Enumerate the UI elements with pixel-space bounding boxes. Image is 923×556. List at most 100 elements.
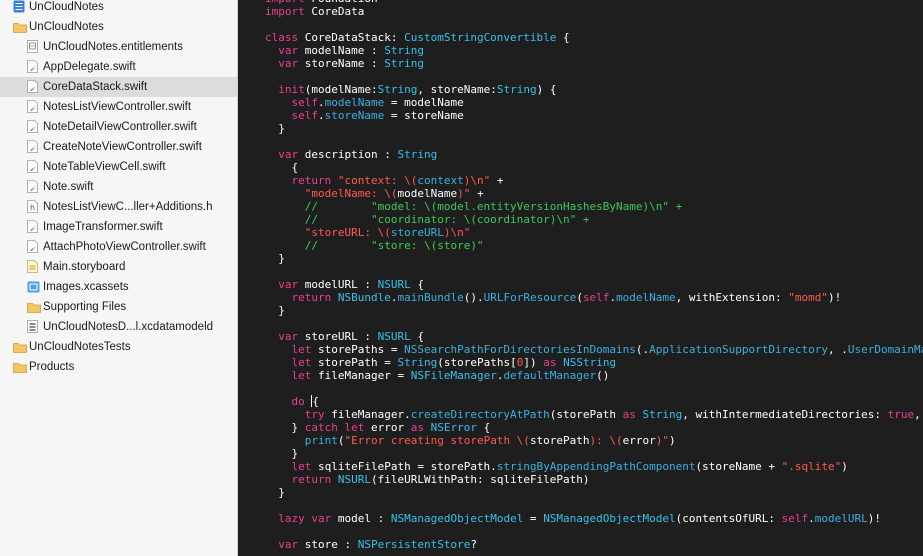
keyword: as bbox=[622, 408, 636, 421]
type-name: NSManagedObjectModel bbox=[543, 512, 676, 525]
type-name: NSURL bbox=[377, 278, 411, 291]
identifier: defaultManager bbox=[503, 369, 597, 382]
project-icon bbox=[13, 0, 25, 13]
code-text: (storeName + bbox=[695, 460, 782, 473]
code-text: storeName : bbox=[298, 57, 385, 70]
code-line: // "model: \(model.entityVersionHashesBy… bbox=[265, 200, 683, 213]
navigator-item-main-storyboard[interactable]: Main.storyboard bbox=[0, 257, 237, 277]
navigator-item-label: CreateNoteViewController.swift bbox=[43, 141, 202, 153]
navigator-item-attachphotoviewcontroller-swift[interactable]: AttachPhotoViewController.swift bbox=[0, 237, 237, 257]
storyboard-icon bbox=[27, 260, 38, 273]
code-text: } bbox=[265, 252, 285, 265]
code-line: var store : NSPersistentStore? bbox=[265, 538, 477, 551]
navigator-item-uncloudnotestests[interactable]: UnCloudNotesTests bbox=[0, 337, 237, 357]
code-line: // "store: \(store)" bbox=[265, 239, 484, 252]
code-text: CoreData bbox=[304, 5, 365, 18]
code-text: , bbox=[914, 408, 921, 421]
code-text: (storePaths[ bbox=[437, 356, 517, 369]
code-line: var description : String bbox=[265, 148, 437, 161]
identifier: stringByAppendingPathComponent bbox=[496, 460, 696, 473]
keyword: init bbox=[278, 83, 305, 96]
project-navigator[interactable]: UnCloudNotes UnCloudNotes UnCloudNotes.ent… bbox=[0, 0, 238, 556]
code-text: storeURL : bbox=[298, 330, 378, 343]
code-text: ( bbox=[576, 291, 583, 304]
code-text: )! bbox=[867, 512, 881, 525]
navigator-item-createnoteviewcontroller-swift[interactable]: CreateNoteViewController.swift bbox=[0, 137, 237, 157]
navigator-item-notetableviewcell-swift[interactable]: NoteTableViewCell.swift bbox=[0, 157, 237, 177]
navigator-item-label: NotesListViewController.swift bbox=[43, 101, 192, 113]
type-name: String bbox=[397, 148, 438, 161]
navigator-item-appdelegate-swift[interactable]: AppDelegate.swift bbox=[0, 57, 237, 77]
string-literal: )\n" bbox=[463, 174, 491, 187]
code-line: { bbox=[265, 161, 298, 174]
navigator-item-label: UnCloudNotesTests bbox=[29, 341, 131, 353]
navigator-item-label: NoteTableViewCell.swift bbox=[43, 161, 166, 173]
navigator-item-notedetailviewcontroller-swift[interactable]: NoteDetailViewController.swift bbox=[0, 117, 237, 137]
code-text: fileManager = bbox=[311, 369, 411, 382]
identifier: print bbox=[304, 434, 338, 447]
navigator-item-label: Main.storyboard bbox=[43, 261, 126, 273]
navigator-item-uncloudnotesd-l-xcdatamodeld[interactable]: UnCloudNotesD...l.xcdatamodeld bbox=[0, 317, 237, 337]
code-text: ) { bbox=[536, 83, 557, 96]
code-text: storePath = bbox=[311, 356, 398, 369]
navigator-item-supporting-files[interactable]: Supporting Files bbox=[0, 297, 237, 317]
code-line: self.storeName = storeName bbox=[265, 109, 464, 122]
navigator-item-note-swift[interactable]: Note.swift bbox=[0, 177, 237, 197]
navigator-item-uncloudnotes-entitlements[interactable]: UnCloudNotes.entitlements bbox=[0, 37, 237, 57]
navigator-item-uncloudnotes[interactable]: UnCloudNotes bbox=[0, 17, 237, 37]
string-literal: )" bbox=[457, 187, 471, 200]
keyword: let bbox=[344, 421, 365, 434]
type-name: NSBundle bbox=[337, 291, 391, 304]
code-text: , . bbox=[827, 343, 848, 356]
code-text: { bbox=[556, 31, 570, 44]
identifier: ApplicationSupportDirectory bbox=[649, 343, 828, 356]
string-literal: "context: \( bbox=[337, 174, 418, 187]
keyword: var bbox=[278, 44, 299, 57]
code-text: error bbox=[622, 434, 656, 447]
comment: // "store: \(store)" bbox=[304, 239, 484, 252]
comment: // "coordinator: \(coordinator)\n" + bbox=[304, 213, 590, 226]
swift-file-icon bbox=[27, 240, 38, 253]
code-line: } bbox=[265, 486, 285, 499]
keyword: var bbox=[278, 330, 299, 343]
swift-file-icon bbox=[27, 60, 38, 73]
code-text: { bbox=[410, 330, 424, 343]
navigator-item-noteslistviewc-ller-additions-h[interactable]: h NotesListViewC...ller+Additions.h bbox=[0, 197, 237, 217]
keyword: var bbox=[278, 57, 299, 70]
keyword: catch bbox=[304, 421, 338, 434]
navigator-item-label: Supporting Files bbox=[43, 301, 127, 313]
identifier: modelName bbox=[616, 291, 676, 304]
string-literal: "modelName: \( bbox=[304, 187, 398, 200]
string-literal: "Error creating storePath \( bbox=[344, 434, 530, 447]
navigator-item-uncloudnotes[interactable]: UnCloudNotes bbox=[0, 0, 237, 17]
source-editor[interactable]: import Foundationimport CoreDataclass Co… bbox=[238, 0, 923, 556]
navigator-item-imagetransformer-swift[interactable]: ImageTransformer.swift bbox=[0, 217, 237, 237]
navigator-item-images-xcassets[interactable]: Images.xcassets bbox=[0, 277, 237, 297]
code-line: print("Error creating storePath \(storeP… bbox=[265, 434, 676, 447]
identifier: storeURL bbox=[390, 226, 444, 239]
type-name: NSPersistentStore bbox=[357, 538, 471, 551]
code-text: , withIntermediateDirectories: bbox=[682, 408, 888, 421]
string-literal: "storeURL: \( bbox=[304, 226, 391, 239]
swift-file-icon bbox=[27, 120, 38, 133]
navigator-item-coredatastack-swift[interactable]: CoreDataStack.swift bbox=[0, 77, 237, 97]
code-line: return "context: \(context)\n" + bbox=[265, 174, 504, 187]
keyword: self bbox=[291, 96, 319, 109]
code-text: )! bbox=[828, 291, 842, 304]
keyword: lazy bbox=[278, 512, 305, 525]
code-line: return NSURL(fileURLWithPath: sqliteFile… bbox=[265, 473, 590, 486]
navigator-item-products[interactable]: Products bbox=[0, 357, 237, 377]
navigator-item-noteslistviewcontroller-swift[interactable]: NotesListViewController.swift bbox=[0, 97, 237, 117]
identifier: URLForResource bbox=[483, 291, 577, 304]
